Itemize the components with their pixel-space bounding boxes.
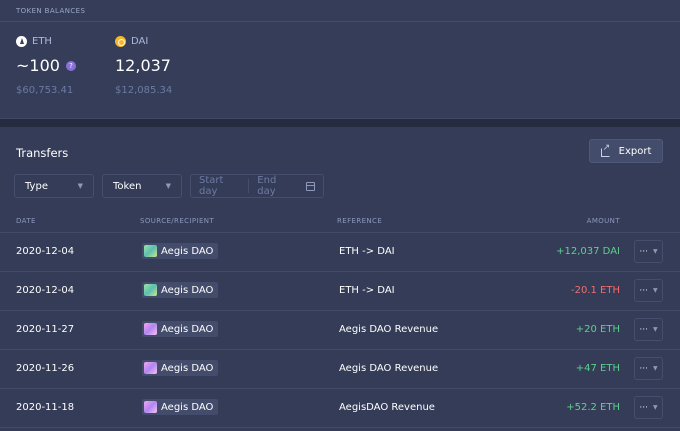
source-name: Aegis DAO <box>161 284 214 296</box>
row-actions-button[interactable]: ··· ▼ <box>634 279 663 302</box>
more-icon: ··· <box>639 402 648 413</box>
token-balance-dai: DAI 12,037 $12,085.34 <box>115 36 172 96</box>
avatar <box>144 362 157 374</box>
column-header-date: DATE <box>16 217 36 225</box>
export-icon <box>600 143 611 157</box>
token-filter-dropdown[interactable]: Token ▼ <box>102 174 182 198</box>
row-date: 2020-12-04 <box>16 285 75 296</box>
more-icon: ··· <box>639 246 648 257</box>
table-header: DATE SOURCE/RECIPIENT REFERENCE AMOUNT <box>0 217 680 231</box>
table-row: 2020-11-27 Aegis DAO Aegis DAO Revenue +… <box>0 311 680 350</box>
table-row: 2020-12-04 Aegis DAO ETH -> DAI -20.1 ET… <box>0 272 680 311</box>
token-filter-label: Token <box>113 180 142 192</box>
row-reference: Aegis DAO Revenue <box>339 324 439 335</box>
eth-icon <box>16 36 27 47</box>
date-separator <box>248 179 250 193</box>
row-actions-button[interactable]: ··· ▼ <box>634 357 663 380</box>
source-badge[interactable]: Aegis DAO <box>142 321 219 337</box>
column-header-reference: REFERENCE <box>337 217 383 225</box>
row-actions-button[interactable]: ··· ▼ <box>634 240 663 263</box>
source-name: Aegis DAO <box>161 323 214 335</box>
row-reference: AegisDAO Revenue <box>339 402 435 413</box>
start-day-field[interactable]: Start day <box>199 175 240 197</box>
row-reference: ETH -> DAI <box>339 285 395 296</box>
column-header-source: SOURCE/RECIPIENT <box>140 217 215 225</box>
column-header-amount: AMOUNT <box>586 217 620 225</box>
avatar <box>144 245 157 257</box>
table-row: 2020-11-26 Aegis DAO Aegis DAO Revenue +… <box>0 350 680 389</box>
chevron-down-icon: ▼ <box>652 326 658 333</box>
avatar <box>144 401 157 413</box>
panel-divider <box>0 21 680 22</box>
calendar-icon[interactable] <box>305 181 315 191</box>
row-actions-button[interactable]: ··· ▼ <box>634 318 663 341</box>
transfers-title: Transfers <box>16 146 69 160</box>
row-amount: +12,037 DAI <box>556 246 620 257</box>
transfers-panel: Transfers Export Type ▼ Token ▼ Start da… <box>0 127 680 431</box>
source-badge[interactable]: Aegis DAO <box>142 243 219 259</box>
row-date: 2020-11-27 <box>16 324 75 335</box>
chevron-down-icon: ▼ <box>652 404 658 411</box>
chevron-down-icon: ▼ <box>77 182 83 190</box>
token-symbol: DAI <box>131 36 149 47</box>
row-date: 2020-12-04 <box>16 246 75 257</box>
more-icon: ··· <box>639 363 648 374</box>
source-name: Aegis DAO <box>161 245 214 257</box>
row-amount: +47 ETH <box>575 363 620 374</box>
token-balances-heading: TOKEN BALANCES <box>16 7 86 15</box>
section-gap <box>0 119 680 127</box>
row-amount: +52.2 ETH <box>566 402 620 413</box>
source-badge[interactable]: Aegis DAO <box>142 282 219 298</box>
row-actions-button[interactable]: ··· ▼ <box>634 396 663 419</box>
source-badge[interactable]: Aegis DAO <box>142 399 219 415</box>
more-icon: ··· <box>639 324 648 335</box>
help-icon[interactable]: ? <box>65 60 76 71</box>
row-amount: +20 ETH <box>575 324 620 335</box>
chevron-down-icon: ▼ <box>165 182 171 190</box>
export-label: Export <box>618 145 652 157</box>
chevron-down-icon: ▼ <box>652 287 658 294</box>
row-reference: Aegis DAO Revenue <box>339 363 439 374</box>
dai-icon <box>115 36 126 47</box>
row-date: 2020-11-26 <box>16 363 75 374</box>
token-fiat-value: $12,085.34 <box>115 85 173 96</box>
table-row: 2020-11-18 Aegis DAO AegisDAO Revenue +5… <box>0 389 680 428</box>
token-balance-eth: ETH ~100 ? $60,753.41 <box>16 36 76 96</box>
row-reference: ETH -> DAI <box>339 246 395 257</box>
token-amount: 12,037 <box>115 56 171 75</box>
chevron-down-icon: ▼ <box>652 248 658 255</box>
token-symbol: ETH <box>32 36 52 47</box>
type-filter-dropdown[interactable]: Type ▼ <box>14 174 94 198</box>
source-name: Aegis DAO <box>161 362 214 374</box>
more-icon: ··· <box>639 285 648 296</box>
type-filter-label: Type <box>25 180 48 192</box>
chevron-down-icon: ▼ <box>652 365 658 372</box>
export-button[interactable]: Export <box>589 139 663 163</box>
source-name: Aegis DAO <box>161 401 214 413</box>
token-amount: ~100 <box>16 56 60 75</box>
token-fiat-value: $60,753.41 <box>16 85 74 96</box>
date-range-picker[interactable]: Start day End day <box>190 174 324 198</box>
avatar <box>144 323 157 335</box>
row-amount: -20.1 ETH <box>571 285 620 296</box>
token-balances-panel: TOKEN BALANCES ETH ~100 ? $60,753.41 DAI… <box>0 0 680 119</box>
table-row: 2020-12-04 Aegis DAO ETH -> DAI +12,037 … <box>0 233 680 272</box>
avatar <box>144 284 157 296</box>
end-day-field[interactable]: End day <box>257 175 294 197</box>
source-badge[interactable]: Aegis DAO <box>142 360 219 376</box>
transfer-filters: Type ▼ Token ▼ Start day End day <box>14 174 324 198</box>
row-date: 2020-11-18 <box>16 402 75 413</box>
